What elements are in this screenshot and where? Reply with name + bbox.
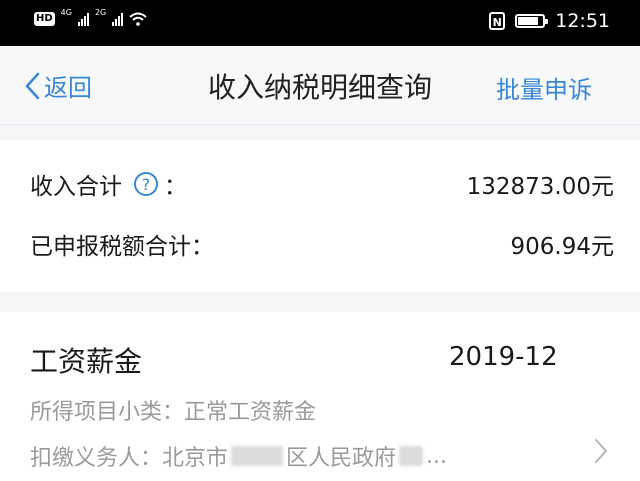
- tax-total-row: 已申报税额合计： 906.94元: [30, 224, 614, 264]
- help-icon[interactable]: ?: [134, 172, 158, 196]
- payer-prefix: 扣缴义务人：北京市: [30, 446, 229, 471]
- tax-total-value: 906.94元: [510, 234, 614, 260]
- income-total-label-group: 收入合计 ? ：: [30, 167, 187, 201]
- record-subcategory: 所得项目小类：正常工资薪金: [30, 400, 317, 425]
- income-total-value: 132873.00元: [466, 174, 614, 200]
- record-category: 工资薪金: [30, 345, 143, 378]
- summary-card: 收入合计 ? ： 132873.00元 已申报税额合计： 906.94元: [0, 140, 640, 292]
- record-payer: 扣缴义务人：北京市 区人民政府 ...: [30, 440, 447, 472]
- chevron-right-icon[interactable]: [594, 438, 608, 464]
- redacted-block-2: [399, 446, 424, 466]
- batch-appeal-button[interactable]: 批量申诉: [496, 70, 592, 105]
- hd-badge: HD: [34, 12, 55, 26]
- income-total-label: 收入合计: [30, 174, 122, 200]
- battery-icon: [515, 14, 549, 28]
- status-time: 12:51: [555, 10, 610, 32]
- status-left: HD 4G 2G: [34, 8, 147, 26]
- network-type-1: 4G: [60, 8, 72, 17]
- income-record-item[interactable]: 工资薪金 2019-12 所得项目小类：正常工资薪金 扣缴义务人：北京市 区人民…: [0, 312, 640, 481]
- tax-total-label: 已申报税额合计：: [30, 234, 214, 260]
- income-total-row: 收入合计 ? ： 132873.00元: [30, 164, 614, 204]
- wifi-icon: [129, 12, 147, 26]
- redacted-block: [231, 446, 284, 466]
- income-total-colon: ：: [164, 174, 187, 200]
- nav-bar: 返回 收入纳税明细查询 批量申诉: [0, 46, 640, 125]
- signal-icon-2: [112, 12, 124, 26]
- payer-suffix: ...: [426, 443, 448, 469]
- network-type-2: 2G: [94, 8, 107, 17]
- status-right: N 12:51: [489, 10, 610, 32]
- nfc-icon: N: [489, 12, 506, 30]
- status-bar: HD 4G 2G N 12:51: [0, 0, 640, 46]
- signal-icon: [77, 12, 89, 26]
- payer-middle: 区人民政府: [286, 446, 397, 471]
- record-period: 2019-12: [449, 342, 558, 372]
